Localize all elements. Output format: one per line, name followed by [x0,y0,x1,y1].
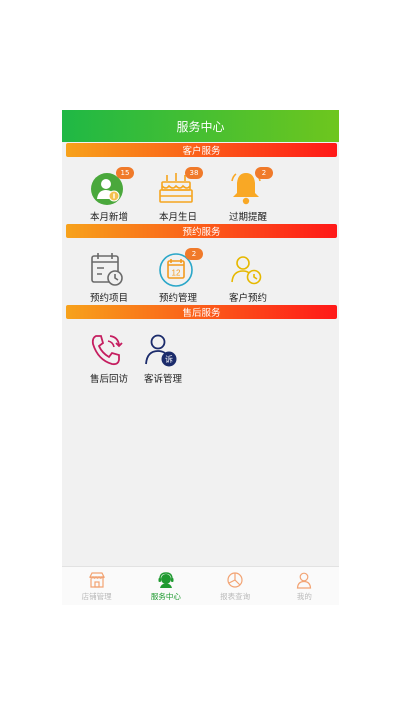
badge-count: 2 [255,167,273,179]
service-agent-icon [158,572,174,588]
bottom-tab-bar: 店铺管理 服务中心 报表查询 我的 [62,566,339,605]
tab-label: 报表查询 [220,592,251,601]
tile-appointment-management[interactable]: 12 2 预约管理 [143,248,207,308]
tile-expiry-reminder[interactable]: 2 过期提醒 [213,167,277,227]
badge-count: 2 [185,248,203,260]
tile-label: 过期提醒 [228,212,267,223]
report-pie-icon [227,572,243,588]
section-header-after-sales: 售后服务 [66,305,337,319]
tile-label: 客户预约 [228,293,267,304]
phone-callback-icon [91,335,123,366]
page-title: 服务中心 [176,119,225,134]
tile-new-this-month[interactable]: 15 本月新增 [74,167,138,227]
user-clock-icon [231,256,262,285]
tab-store-management[interactable]: 店铺管理 [62,567,131,605]
tile-birthday-this-month[interactable]: 38 本月生日 [143,167,207,227]
badge-count: 38 [185,167,203,179]
tab-label: 我的 [296,592,312,601]
section-title: 预约服务 [182,227,221,238]
tile-label: 本月生日 [158,212,197,223]
tab-service-center[interactable]: 服务中心 [131,567,200,605]
tab-report-query[interactable]: 报表查询 [201,567,270,605]
calendar-date-text: 12 [172,269,181,278]
tab-label: 店铺管理 [81,592,112,601]
section-title: 客户服务 [182,146,221,157]
tile-appointment-items[interactable]: 预约项目 [74,248,138,308]
profile-icon [297,572,312,589]
store-icon [88,572,105,588]
service-center-screen: 服务中心 客户服务 15 本月新增 38 本月生日 2 过期提醒 预约服务 预约… [62,110,339,605]
section-header-customer-service: 客户服务 [66,143,337,157]
badge-count: 15 [116,167,134,179]
tile-customer-appointment[interactable]: 客户预约 [213,248,277,308]
tab-label: 服务中心 [150,592,181,601]
tile-label: 预约项目 [89,293,128,304]
section-header-appointment-service: 预约服务 [66,224,337,238]
tile-complaint-management[interactable]: 诉 客诉管理 [128,329,192,389]
tile-label: 预约管理 [158,293,197,304]
tile-label: 客诉管理 [143,374,182,385]
tile-label: 本月新增 [89,212,128,223]
complaint-glyph: 诉 [165,354,173,364]
calendar-clock-icon [91,253,123,286]
section-title: 售后服务 [182,308,221,319]
tab-mine[interactable]: 我的 [270,567,339,605]
page-title-bar: 服务中心 [62,110,339,142]
user-complaint-icon: 诉 [145,334,177,367]
